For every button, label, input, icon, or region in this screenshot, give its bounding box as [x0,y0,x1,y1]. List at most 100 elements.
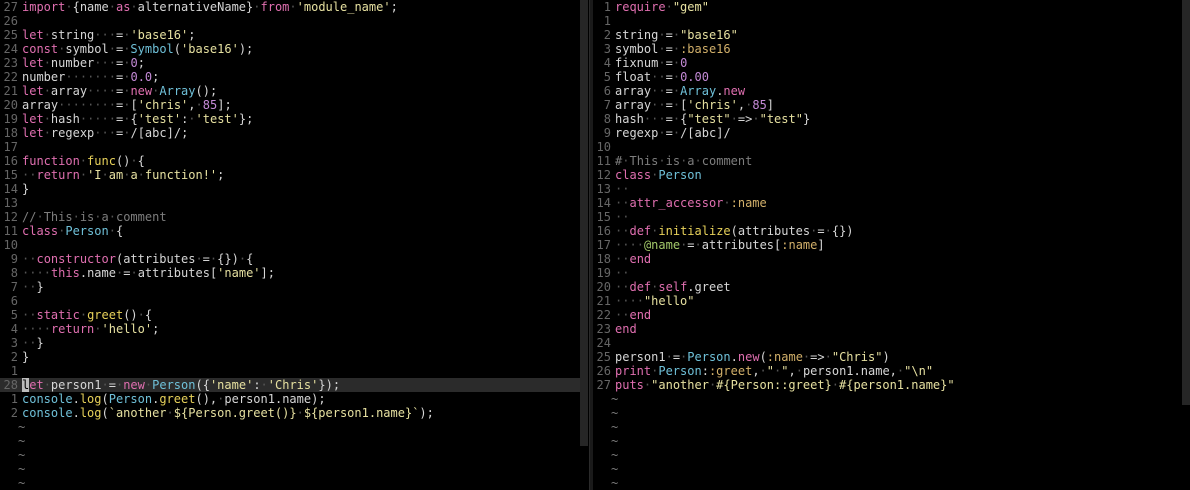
code-text[interactable]: function·func()·{ [22,154,145,168]
code-line[interactable]: 13 ·· [593,182,1190,196]
code-text[interactable]: fixnum·=·0 [615,56,687,70]
code-line[interactable]: 25 let·string···=·'base16'; [0,28,588,42]
code-line[interactable]: 18 let·regexp···=·/[abc]/; [0,126,588,140]
code-line[interactable]: 9 ··constructor(attributes·=·{})·{ [0,252,588,266]
code-text[interactable]: ····@name·=·attributes[:name] [615,238,825,252]
code-line[interactable]: 23 let·number···=·0; [0,56,588,70]
code-text[interactable]: ····"hello" [615,294,695,308]
code-text[interactable]: ··} [22,280,44,294]
code-text[interactable]: class·Person·{ [22,224,123,238]
code-line[interactable]: 25 person1·=·Person.new(:name·=>·"Chris") [593,350,1190,364]
code-text[interactable]: number·······=·0.0; [22,70,159,84]
code-text[interactable]: } [22,182,29,196]
code-text[interactable]: person1·=·Person.new(:name·=>·"Chris") [615,350,890,364]
code-line[interactable]: 6 array··=·Array.new [593,84,1190,98]
code-text[interactable]: print·Person::greet,·"·",·person1.name,·… [615,364,933,378]
code-line[interactable]: 19 let·hash·····=·{'test':·'test'}; [0,112,588,126]
code-text[interactable]: ··static·greet()·{ [22,308,152,322]
code-text[interactable]: class·Person [615,168,702,182]
code-line[interactable]: 17 [0,140,588,154]
code-line[interactable]: 28 let·person1·=·new·Person({'name':·'Chr… [0,378,588,392]
code-text[interactable]: let·hash·····=·{'test':·'test'}; [22,112,253,126]
code-text[interactable]: let·array····=·new·Array(); [22,84,217,98]
code-text[interactable]: } [22,350,29,364]
code-line[interactable]: 21 ····"hello" [593,294,1190,308]
code-line[interactable]: 22 number·······=·0.0; [0,70,588,84]
code-text[interactable]: require·"gem" [615,0,709,14]
code-line[interactable]: 8 ····this.name·=·attributes['name']; [0,266,588,280]
code-text[interactable]: hash···=·{"test"·=>·"test"} [615,112,810,126]
code-line[interactable]: 1 [0,364,588,378]
code-line[interactable]: 4 fixnum·=·0 [593,56,1190,70]
code-line[interactable]: 7 ··} [0,280,588,294]
code-line[interactable]: 24 [593,336,1190,350]
code-line[interactable]: 13 [0,196,588,210]
code-line[interactable]: 7 array··=·['chris',·85] [593,98,1190,112]
code-line[interactable]: 1 [593,14,1190,28]
code-line[interactable]: 1 require·"gem" [593,0,1190,14]
code-line[interactable]: 3 symbol·=·:base16 [593,42,1190,56]
code-text[interactable]: console.log(`another·${Person.greet()}·$… [22,406,434,420]
code-text[interactable]: let·string···=·'base16'; [22,28,195,42]
code-line[interactable]: 15 ··return·'I·am·a·function!'; [0,168,588,182]
code-text[interactable]: string·=·"base16" [615,28,738,42]
code-line[interactable]: 3 ··} [0,336,588,350]
code-text[interactable]: ·· [615,182,629,196]
code-line[interactable]: 8 hash···=·{"test"·=>·"test"} [593,112,1190,126]
code-text[interactable]: #·This·is·a·comment [615,154,752,168]
code-text[interactable]: ··end [615,308,651,322]
code-text[interactable]: ··end [615,252,651,266]
code-text[interactable]: ·· [615,210,629,224]
code-text[interactable]: let·person1·=·new·Person({'name':·'Chris… [22,378,340,392]
code-line[interactable]: 10 [0,238,588,252]
code-line[interactable]: 10 [593,140,1190,154]
code-line[interactable]: 22 ··end [593,308,1190,322]
code-line[interactable]: 26 [0,14,588,28]
code-line[interactable]: 24 const·symbol·=·Symbol('base16'); [0,42,588,56]
code-text[interactable]: array········=·['chris',·85]; [22,98,232,112]
code-text[interactable]: //·This·is·a·comment [22,210,167,224]
code-text[interactable]: array··=·['chris',·85] [615,98,774,112]
left-scrollbar[interactable] [580,0,588,446]
code-line[interactable]: 17 ····@name·=·attributes[:name] [593,238,1190,252]
code-line[interactable]: 2 console.log(`another·${Person.greet()}·… [0,406,588,420]
code-line[interactable]: 27 puts·"another·#{Person::greet}·#{perso… [593,378,1190,392]
code-line[interactable]: 12 class·Person [593,168,1190,182]
code-text[interactable]: ··def·self.greet [615,280,731,294]
code-line[interactable]: 20 array········=·['chris',·85]; [0,98,588,112]
code-text[interactable]: end [615,322,637,336]
code-line[interactable]: 6 [0,294,588,308]
code-line[interactable]: 20 ··def·self.greet [593,280,1190,294]
right-scrollbar[interactable] [1182,0,1190,405]
code-text[interactable]: import·{name·as·alternativeName}·from·'m… [22,0,398,14]
code-line[interactable]: 2 string·=·"base16" [593,28,1190,42]
code-line[interactable]: 2} [0,350,588,364]
code-line[interactable]: 1 console.log(Person.greet(),·person1.nam… [0,392,588,406]
code-text[interactable]: ····this.name·=·attributes['name']; [22,266,275,280]
code-text[interactable]: ··def·initialize(attributes·=·{}) [615,224,854,238]
code-line[interactable]: 14 ··attr_accessor·:name [593,196,1190,210]
code-text[interactable]: ·· [615,266,629,280]
code-line[interactable]: 21 let·array····=·new·Array(); [0,84,588,98]
code-line[interactable]: 9 regexp·=·/[abc]/ [593,126,1190,140]
right-editor-pane[interactable]: 1 require·"gem" 1 2 string·=·"base16" 3 symbol… [593,0,1190,490]
code-line[interactable]: 23 end [593,322,1190,336]
code-line[interactable]: 26 print·Person::greet,·"·",·person1.name… [593,364,1190,378]
code-line[interactable]: 16 ··def·initialize(attributes·=·{}) [593,224,1190,238]
code-line[interactable]: 18 ··end [593,252,1190,266]
left-editor-pane[interactable]: 27 import·{name·as·alternativeName}·from·… [0,0,588,490]
code-line[interactable]: 14} [0,182,588,196]
code-text[interactable]: ··} [22,336,44,350]
code-text[interactable]: ··return·'I·am·a·function!'; [22,168,224,182]
code-line[interactable]: 11 class·Person·{ [0,224,588,238]
code-text[interactable]: ··constructor(attributes·=·{})·{ [22,252,253,266]
code-text[interactable]: regexp·=·/[abc]/ [615,126,731,140]
code-text[interactable]: let·regexp···=·/[abc]/; [22,126,188,140]
code-line[interactable]: 5 ··static·greet()·{ [0,308,588,322]
code-line[interactable]: 5 float··=·0.00 [593,70,1190,84]
code-line[interactable]: 11 #·This·is·a·comment [593,154,1190,168]
code-line[interactable]: 12 //·This·is·a·comment [0,210,588,224]
code-text[interactable]: ··attr_accessor·:name [615,196,767,210]
code-text[interactable]: ····return·'hello'; [22,322,159,336]
code-text[interactable]: symbol·=·:base16 [615,42,731,56]
